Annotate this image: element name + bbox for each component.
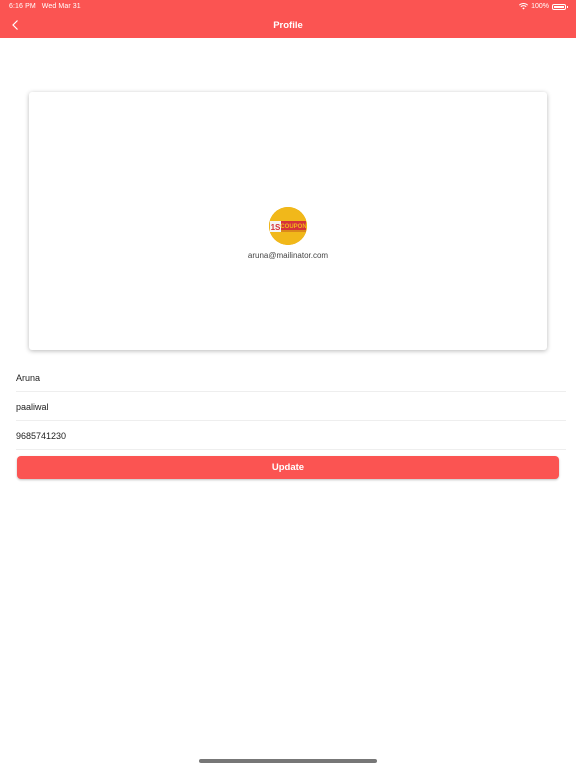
status-bar-right: 100% — [519, 3, 568, 10]
logo-text-right: COUPON — [280, 224, 306, 230]
page-title: Profile — [273, 20, 303, 31]
wifi-icon — [519, 3, 529, 10]
battery-icon — [552, 3, 568, 10]
home-indicator[interactable] — [199, 759, 377, 763]
status-time: 6:16 PM — [9, 3, 36, 10]
coupon-logo-avatar[interactable]: 1S COUPON — [269, 207, 307, 245]
profile-card: 1S COUPON aruna@mailinator.com — [29, 92, 547, 350]
profile-email: aruna@mailinator.com — [247, 251, 329, 260]
status-bar-left: 6:16 PM Wed Mar 31 — [9, 3, 81, 10]
phone-field[interactable]: 9685741230 — [16, 422, 566, 450]
last-name-field[interactable]: paaliwal — [16, 393, 566, 421]
status-date: Wed Mar 31 — [41, 3, 81, 10]
update-button[interactable]: Update — [17, 456, 559, 479]
navigation-bar: 6:16 PM Wed Mar 31 100% Profile — [0, 0, 576, 38]
battery-percent: 100% — [531, 3, 549, 10]
coupon-logo-image: 1S COUPON — [269, 207, 307, 245]
first-name-field[interactable]: Aruna — [16, 364, 566, 392]
